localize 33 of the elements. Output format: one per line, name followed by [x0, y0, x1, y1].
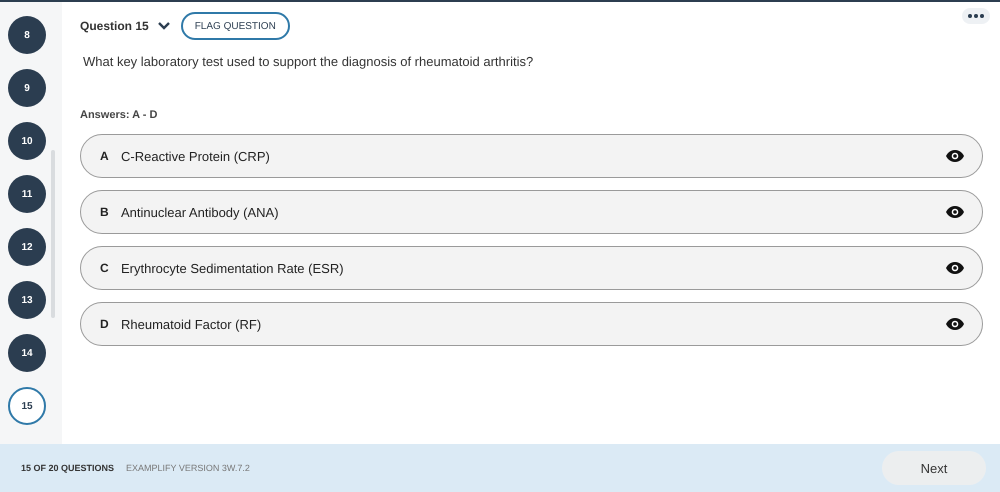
question-number[interactable]: 14	[8, 334, 46, 372]
eye-icon[interactable]	[946, 262, 964, 274]
answer-letter: D	[100, 317, 110, 331]
question-label: Question 15	[80, 19, 149, 33]
more-options-icon[interactable]	[962, 8, 990, 24]
answers-label: Answers: A - D	[80, 109, 158, 121]
answer-option[interactable]: D Rheumatoid Factor (RF)	[80, 302, 983, 346]
question-number[interactable]: 8	[8, 16, 46, 54]
answer-option[interactable]: B Antinuclear Antibody (ANA)	[80, 190, 983, 234]
next-button[interactable]: Next	[882, 451, 986, 485]
flag-question-button[interactable]: FLAG QUESTION	[180, 12, 290, 40]
progress-text: 15 OF 20 QUESTIONS	[21, 463, 114, 473]
eye-icon[interactable]	[946, 150, 964, 162]
answer-letter: B	[100, 205, 110, 219]
version-text: EXAMPLIFY VERSION 3W.7.2	[126, 463, 251, 473]
question-number[interactable]: 9	[8, 69, 46, 107]
answer-text: Erythrocyte Sedimentation Rate (ESR)	[121, 260, 345, 276]
answer-letter: C	[100, 261, 110, 275]
answer-option[interactable]: C Erythrocyte Sedimentation Rate (ESR)	[80, 246, 983, 290]
chevron-down-icon[interactable]	[156, 21, 171, 31]
question-text: What key laboratory test used to support the diagnosis of rheumatoid arthritis?	[83, 54, 534, 69]
answer-text: Rheumatoid Factor (RF)	[121, 316, 262, 332]
eye-icon[interactable]	[946, 206, 964, 218]
question-number[interactable]: 11	[8, 175, 46, 213]
question-number[interactable]: 12	[8, 228, 46, 266]
answer-text: Antinuclear Antibody (ANA)	[121, 204, 280, 220]
answer-letter: A	[100, 149, 110, 163]
answer-text: C-Reactive Protein (CRP)	[121, 148, 271, 164]
eye-icon[interactable]	[946, 318, 964, 330]
question-number[interactable]: 13	[8, 281, 46, 319]
question-number[interactable]: 10	[8, 122, 46, 160]
answer-option[interactable]: A C-Reactive Protein (CRP)	[80, 134, 983, 178]
question-number[interactable]: 15	[8, 387, 46, 425]
